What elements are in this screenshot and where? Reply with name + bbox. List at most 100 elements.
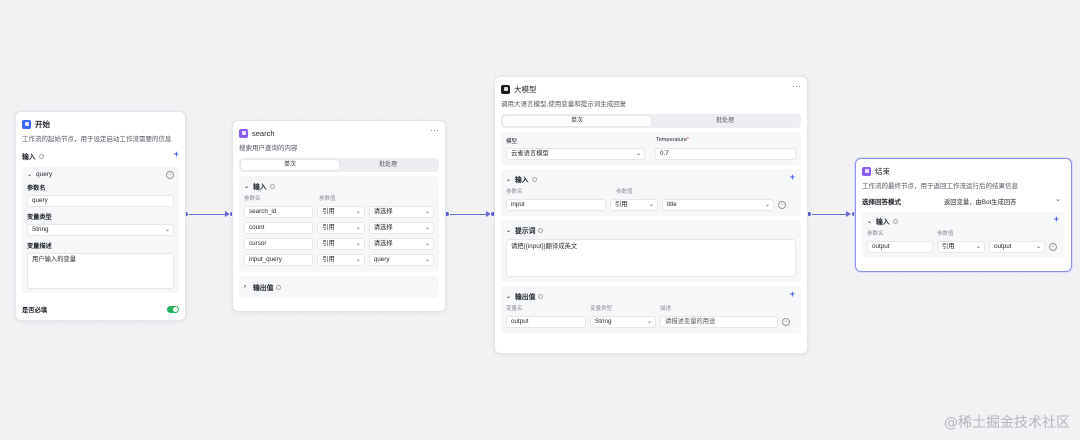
tab-batch[interactable]: 批处理 — [651, 116, 799, 126]
param-value-select[interactable]: 请选择 ⌄ — [368, 222, 434, 234]
prompt-section: ⌄ 提示词 请把{{input}}翻译成英文 — [501, 220, 801, 282]
param-value-select[interactable]: 请选择 ⌄ — [368, 206, 434, 218]
param-desc-label: 变量描述 — [27, 243, 52, 250]
workflow-canvas[interactable]: 开始 工作流的起始节点，用于设定启动工作流需要的信息 输入 + ⌄ query … — [0, 0, 1080, 440]
info-icon — [538, 293, 544, 299]
chevron-down-icon: ⌄ — [355, 241, 361, 247]
param-value: 请选择 — [373, 240, 393, 247]
add-output-icon[interactable]: + — [790, 289, 795, 299]
add-input-icon[interactable]: + — [790, 172, 795, 182]
param-mode-select[interactable]: 引用 ⌄ — [317, 238, 365, 250]
collapse-chevron-icon[interactable]: ⌄ — [506, 227, 512, 234]
param-desc-field[interactable]: 用户输入的变量 — [27, 253, 174, 289]
param-name-field[interactable]: count — [244, 222, 314, 234]
node-description: 工作流的最终节点，用于返回工作流运行后的结果信息 — [862, 183, 1018, 190]
chevron-down-icon: ⌄ — [355, 209, 361, 215]
param-name-field[interactable]: input_query — [244, 254, 314, 266]
required-toggle[interactable] — [167, 306, 179, 313]
search-node[interactable]: search ··· 搜索用户查询的内容 单次 批处理 ⌄ 输入 参数名 参数值 … — [232, 120, 446, 312]
param-mode-select[interactable]: 引用 ⌄ — [317, 222, 365, 234]
chevron-down-icon: ⌄ — [355, 257, 361, 263]
input-section-title: 输入 — [876, 219, 890, 226]
collapse-chevron-icon[interactable]: ⌄ — [506, 176, 512, 183]
collapse-chevron-icon[interactable]: ⌄ — [867, 218, 873, 225]
param-value: 请选择 — [373, 208, 393, 215]
node-description: 工作流的起始节点，用于设定启动工作流需要的信息 — [22, 136, 172, 143]
model-select[interactable]: 云雀语言模型 ⌄ — [506, 148, 645, 160]
node-title: 大模型 — [514, 84, 537, 94]
add-param-icon[interactable]: + — [174, 149, 179, 159]
output-type-select[interactable]: String ⌄ — [590, 316, 656, 328]
chevron-down-icon: ⌄ — [424, 257, 430, 263]
input-mode-select[interactable]: 引用 ⌄ — [610, 199, 658, 211]
collapse-chevron-icon[interactable]: ⌄ — [244, 183, 250, 190]
more-options-icon[interactable]: ··· — [430, 125, 439, 135]
param-mode-value: 引用 — [322, 224, 335, 231]
plugin-icon — [239, 128, 248, 138]
input-value-select[interactable]: output ⌄ — [989, 241, 1045, 253]
remove-input-icon[interactable]: − — [778, 201, 786, 209]
input-name-field[interactable]: input — [506, 199, 606, 211]
chevron-down-icon: ⌄ — [635, 151, 641, 157]
param-value-select[interactable]: 请选择 ⌄ — [368, 238, 434, 250]
collapse-chevron-icon[interactable]: ⌄ — [506, 293, 512, 300]
output-section-title: 输出值 — [253, 285, 274, 292]
input-section: ⌄ 输入 参数名 参数值 search_id 引用 ⌄ 请选择 ⌄ count 引用 ⌄ 请选择 ⌄… — [239, 176, 439, 272]
remove-param-icon[interactable]: − — [166, 171, 174, 179]
param-type-select[interactable]: String ⌄ — [27, 224, 174, 236]
param-mode-value: 引用 — [322, 240, 335, 247]
param-value-select[interactable]: query ⌄ — [368, 254, 434, 266]
info-icon — [276, 284, 282, 290]
input-name-field[interactable]: output — [867, 241, 933, 253]
temperature-input[interactable]: 0.7 — [655, 148, 796, 160]
param-name-field[interactable]: cursor — [244, 238, 314, 250]
input-section-title: 输入 — [253, 184, 267, 191]
output-row: output String ⌄ 请描述变量的用途 − — [506, 316, 796, 328]
input-value-select[interactable]: title ⌄ — [662, 199, 774, 211]
collapse-chevron-icon[interactable]: ⌄ — [27, 171, 33, 178]
param-mode-select[interactable]: 引用 ⌄ — [317, 206, 365, 218]
col-var-name: 变量名 — [506, 306, 523, 312]
temperature-value: 0.7 — [660, 150, 669, 157]
expand-chevron-icon[interactable]: › — [244, 284, 250, 290]
param-name-field[interactable]: search_id — [244, 206, 314, 218]
col-param-name: 参数名 — [506, 189, 523, 195]
param-name-field[interactable]: query — [27, 195, 174, 207]
input-row: input 引用 ⌄ title ⌄ − — [506, 199, 796, 211]
llm-node[interactable]: 大模型 ··· 调用大语言模型,使用变量和提示词生成回复 单次 批处理 模型 T… — [494, 76, 808, 354]
chevron-down-icon: ⌄ — [355, 225, 361, 231]
input-value: title — [667, 201, 677, 208]
output-desc-field[interactable]: 请描述变量的用途 — [660, 316, 778, 328]
output-type-value: String — [595, 318, 612, 325]
input-mode-value: 引用 — [615, 201, 628, 208]
tab-single[interactable]: 单次 — [241, 160, 339, 170]
output-name-field[interactable]: output — [506, 316, 586, 328]
remove-output-icon[interactable]: − — [782, 318, 790, 326]
prompt-textarea[interactable]: 请把{{input}}翻译成英文 — [506, 239, 796, 277]
param-value: 请选择 — [373, 224, 393, 231]
remove-input-icon[interactable]: − — [1049, 243, 1057, 251]
chevron-down-icon: ⌄ — [648, 202, 654, 208]
answer-mode-label: 选择回答模式 — [862, 199, 901, 206]
required-label: 是否必填 — [22, 307, 48, 314]
edge-search-llm — [450, 214, 488, 215]
output-section-title: 输出值 — [515, 294, 536, 301]
param-name-label: 参数名 — [27, 185, 46, 192]
param-row: cursor 引用 ⌄ 请选择 ⌄ — [244, 238, 434, 250]
input-section-title: 输入 — [22, 154, 36, 161]
answer-mode-select[interactable]: 返回变量，由Bot生成回答 — [944, 197, 1016, 206]
input-mode-select[interactable]: 引用 ⌄ — [937, 241, 985, 253]
end-node[interactable]: 结束 工作流的最终节点，用于返回工作流运行后的结果信息 选择回答模式 返回变量，… — [855, 158, 1072, 272]
start-node[interactable]: 开始 工作流的起始节点，用于设定启动工作流需要的信息 输入 + ⌄ query … — [15, 111, 186, 321]
info-icon — [531, 176, 537, 182]
add-input-icon[interactable]: + — [1054, 214, 1059, 224]
param-mode-value: 引用 — [322, 208, 335, 215]
more-options-icon[interactable]: ··· — [792, 81, 801, 91]
chevron-down-icon: ⌄ — [424, 241, 430, 247]
param-mode-select[interactable]: 引用 ⌄ — [317, 254, 365, 266]
tab-batch[interactable]: 批处理 — [339, 160, 437, 170]
param-value: query — [373, 256, 390, 263]
run-mode-tabs: 单次 批处理 — [239, 158, 439, 172]
chevron-down-icon[interactable]: ⌄ — [1055, 195, 1061, 203]
tab-single[interactable]: 单次 — [503, 116, 651, 126]
